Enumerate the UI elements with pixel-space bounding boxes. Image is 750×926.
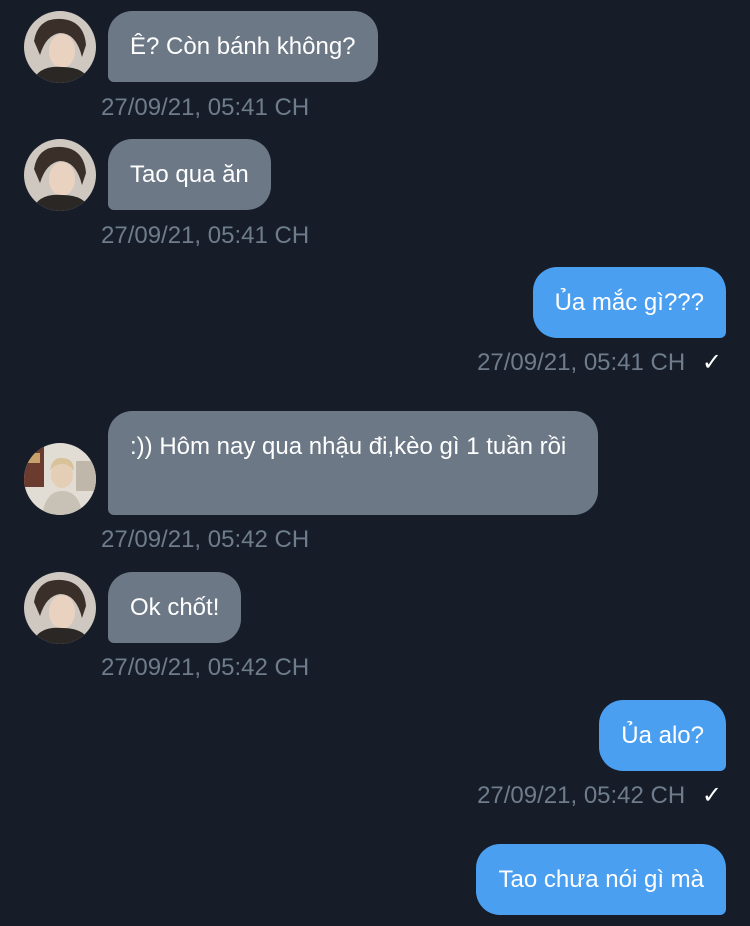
sent-check-icon: ✓: [701, 349, 722, 376]
message-bubble[interactable]: Ê? Còn bánh không?: [108, 11, 378, 82]
message-text: Ê? Còn bánh không?: [130, 32, 356, 60]
message-text: Tao qua ăn: [130, 160, 249, 188]
avatar-photo-icon: [24, 572, 96, 644]
avatar-friend-1[interactable]: [24, 572, 96, 644]
message-bubble[interactable]: Tao qua ăn: [108, 139, 271, 210]
chat-thread: Ê? Còn bánh không? 27/09/21, 05:41 CH Ta…: [0, 0, 750, 926]
avatar-photo-icon: [24, 139, 96, 211]
message-timestamp: 27/09/21, 05:41 CH: [101, 222, 310, 249]
message-timestamp: 27/09/21, 05:41 CH ✓: [477, 349, 722, 376]
message-timestamp: 27/09/21, 05:41 CH: [101, 94, 310, 121]
message-text: Ok chốt!: [130, 593, 220, 621]
message-text: Tao chưa nói gì mà: [498, 865, 704, 893]
message-text: :)) Hôm nay qua nhậu đi,kèo gì 1 tuần rồ…: [130, 433, 567, 460]
message-bubble[interactable]: Ủa alo?: [599, 700, 726, 771]
avatar-photo-icon: [24, 11, 96, 83]
message-timestamp: 27/09/21, 05:42 CH: [101, 654, 310, 681]
message-text: Ủa mắc gì???: [554, 288, 704, 316]
avatar-friend-2[interactable]: [24, 443, 96, 515]
sent-check-icon: ✓: [701, 782, 722, 809]
message-bubble[interactable]: Tao chưa nói gì mà: [476, 844, 726, 915]
message-bubble[interactable]: Ủa mắc gì???: [532, 267, 726, 338]
message-bubble[interactable]: Ok chốt!: [108, 572, 242, 643]
message-text: Ủa alo?: [621, 721, 704, 749]
avatar-friend-1[interactable]: [24, 139, 96, 211]
message-timestamp: 27/09/21, 05:42 CH ✓: [477, 782, 722, 809]
avatar-friend-1[interactable]: [24, 11, 96, 83]
message-timestamp: 27/09/21, 05:42 CH: [101, 526, 310, 553]
avatar-photo-icon: [24, 443, 96, 515]
message-bubble[interactable]: :)) Hôm nay qua nhậu đi,kèo gì 1 tuần rồ…: [108, 411, 598, 515]
